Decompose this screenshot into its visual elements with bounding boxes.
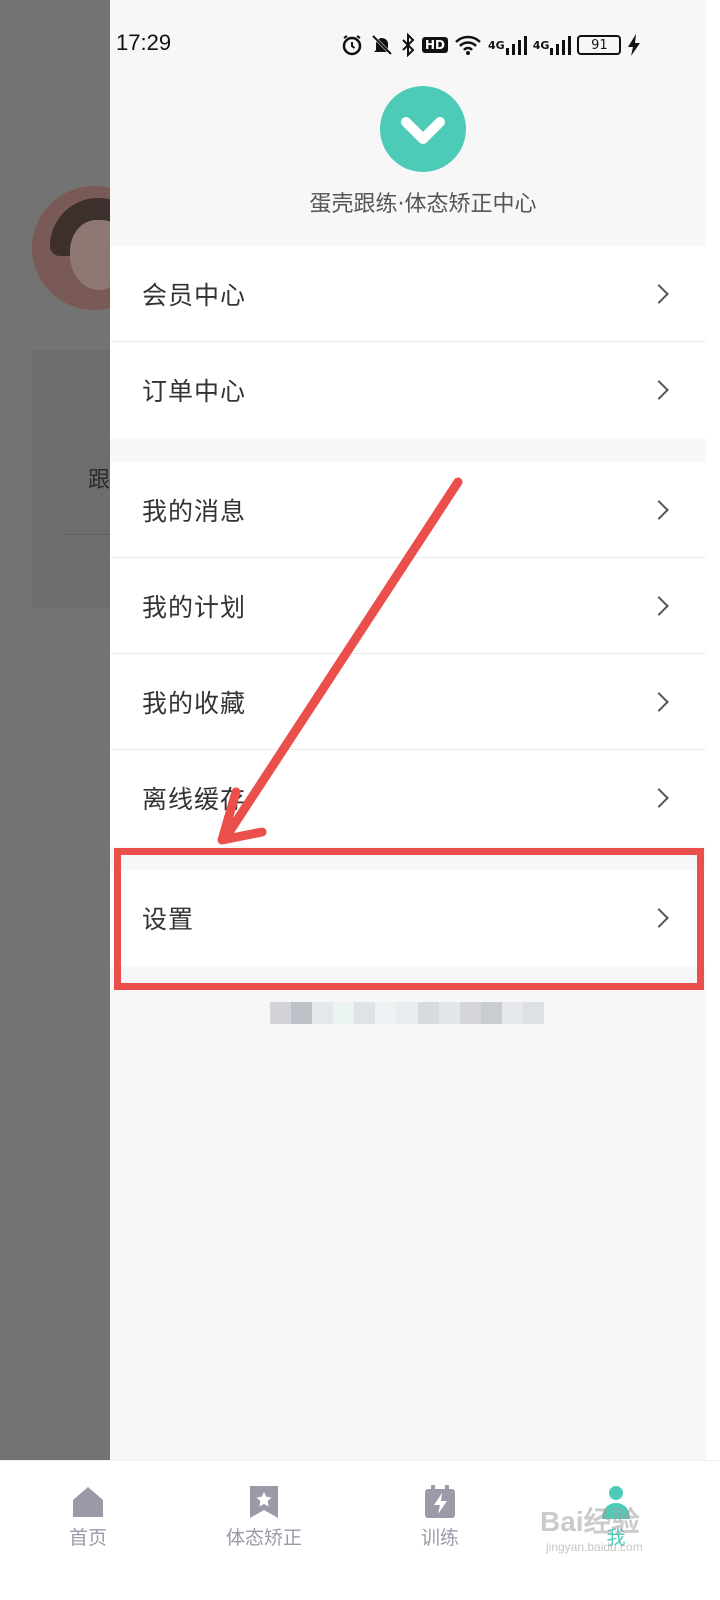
hd-badge: HD [422, 37, 449, 53]
menu-item-label: 我的收藏 [142, 688, 247, 718]
tab-posture-correction[interactable]: 体态矫正 [204, 1475, 324, 1565]
watermark: Bai经验 [540, 1506, 640, 1537]
drawer-edge [706, 0, 720, 1460]
tab-home[interactable]: 首页 [28, 1475, 148, 1565]
chevron-down-icon [401, 117, 445, 144]
calendar-bolt-icon [425, 1485, 455, 1518]
home-icon [73, 1487, 103, 1517]
status-icons: HD 4G 4G 91 [340, 30, 641, 60]
divider [64, 534, 110, 535]
tab-training[interactable]: 训练 [380, 1475, 500, 1565]
signal-icon: 4G [488, 31, 527, 59]
tab-label: 首页 [68, 1527, 107, 1549]
chevron-right-icon [649, 788, 669, 808]
menu-item-my-favorites[interactable]: 我的收藏 [110, 654, 706, 750]
wifi-icon [454, 31, 482, 59]
charging-icon [627, 31, 641, 59]
chevron-right-icon [649, 499, 669, 520]
network-type: 4G [532, 38, 550, 52]
menu-item-label: 会员中心 [142, 280, 247, 310]
hd-icon: HD [422, 31, 449, 59]
tab-label: 训练 [420, 1527, 459, 1549]
status-time: 17:29 [116, 30, 172, 55]
menu-group-personal: 我的消息 我的计划 我的收藏 离线缓存 [110, 462, 706, 846]
menu-item-member-center[interactable]: 会员中心 [110, 246, 706, 342]
menu-group-account: 会员中心 订单中心 [110, 246, 706, 438]
network-type: 4G [488, 38, 505, 52]
app-logo [380, 86, 466, 172]
brand-name: 蛋壳跟练·体态矫正中心 [309, 192, 537, 217]
menu-item-offline-cache[interactable]: 离线缓存 [110, 750, 706, 846]
menu-item-my-plan[interactable]: 我的计划 [110, 558, 706, 654]
bookmark-star-icon [250, 1486, 278, 1518]
menu-item-my-messages[interactable]: 我的消息 [110, 462, 706, 558]
background-card-text: 跟 [88, 468, 110, 493]
background-overlay[interactable]: 跟 [0, 0, 110, 1490]
battery-icon: 91 [577, 35, 622, 55]
blurred-footer [270, 1002, 545, 1024]
chevron-right-icon [649, 691, 669, 712]
chevron-right-icon [649, 283, 669, 304]
menu-item-label: 我的消息 [142, 496, 247, 526]
status-bar: 17:29 HD 4G 4G 91 [0, 0, 720, 90]
menu-item-order-center[interactable]: 订单中心 [110, 342, 706, 438]
menu-item-label: 离线缓存 [142, 785, 247, 814]
annotation-highlight-box [114, 848, 704, 990]
bluetooth-icon [400, 31, 416, 59]
mute-bell-icon [370, 31, 394, 59]
watermark-url: jingyan.baidu.com [546, 1540, 643, 1554]
alarm-icon [340, 31, 364, 59]
menu-item-label: 订单中心 [142, 377, 247, 406]
chevron-right-icon [649, 380, 669, 400]
chevron-right-icon [649, 595, 669, 616]
avatar-face [70, 220, 110, 290]
signal-icon: 4G [533, 31, 572, 59]
menu-item-label: 我的计划 [142, 592, 247, 622]
avatar [32, 186, 110, 310]
tab-label: 体态矫正 [225, 1527, 302, 1549]
